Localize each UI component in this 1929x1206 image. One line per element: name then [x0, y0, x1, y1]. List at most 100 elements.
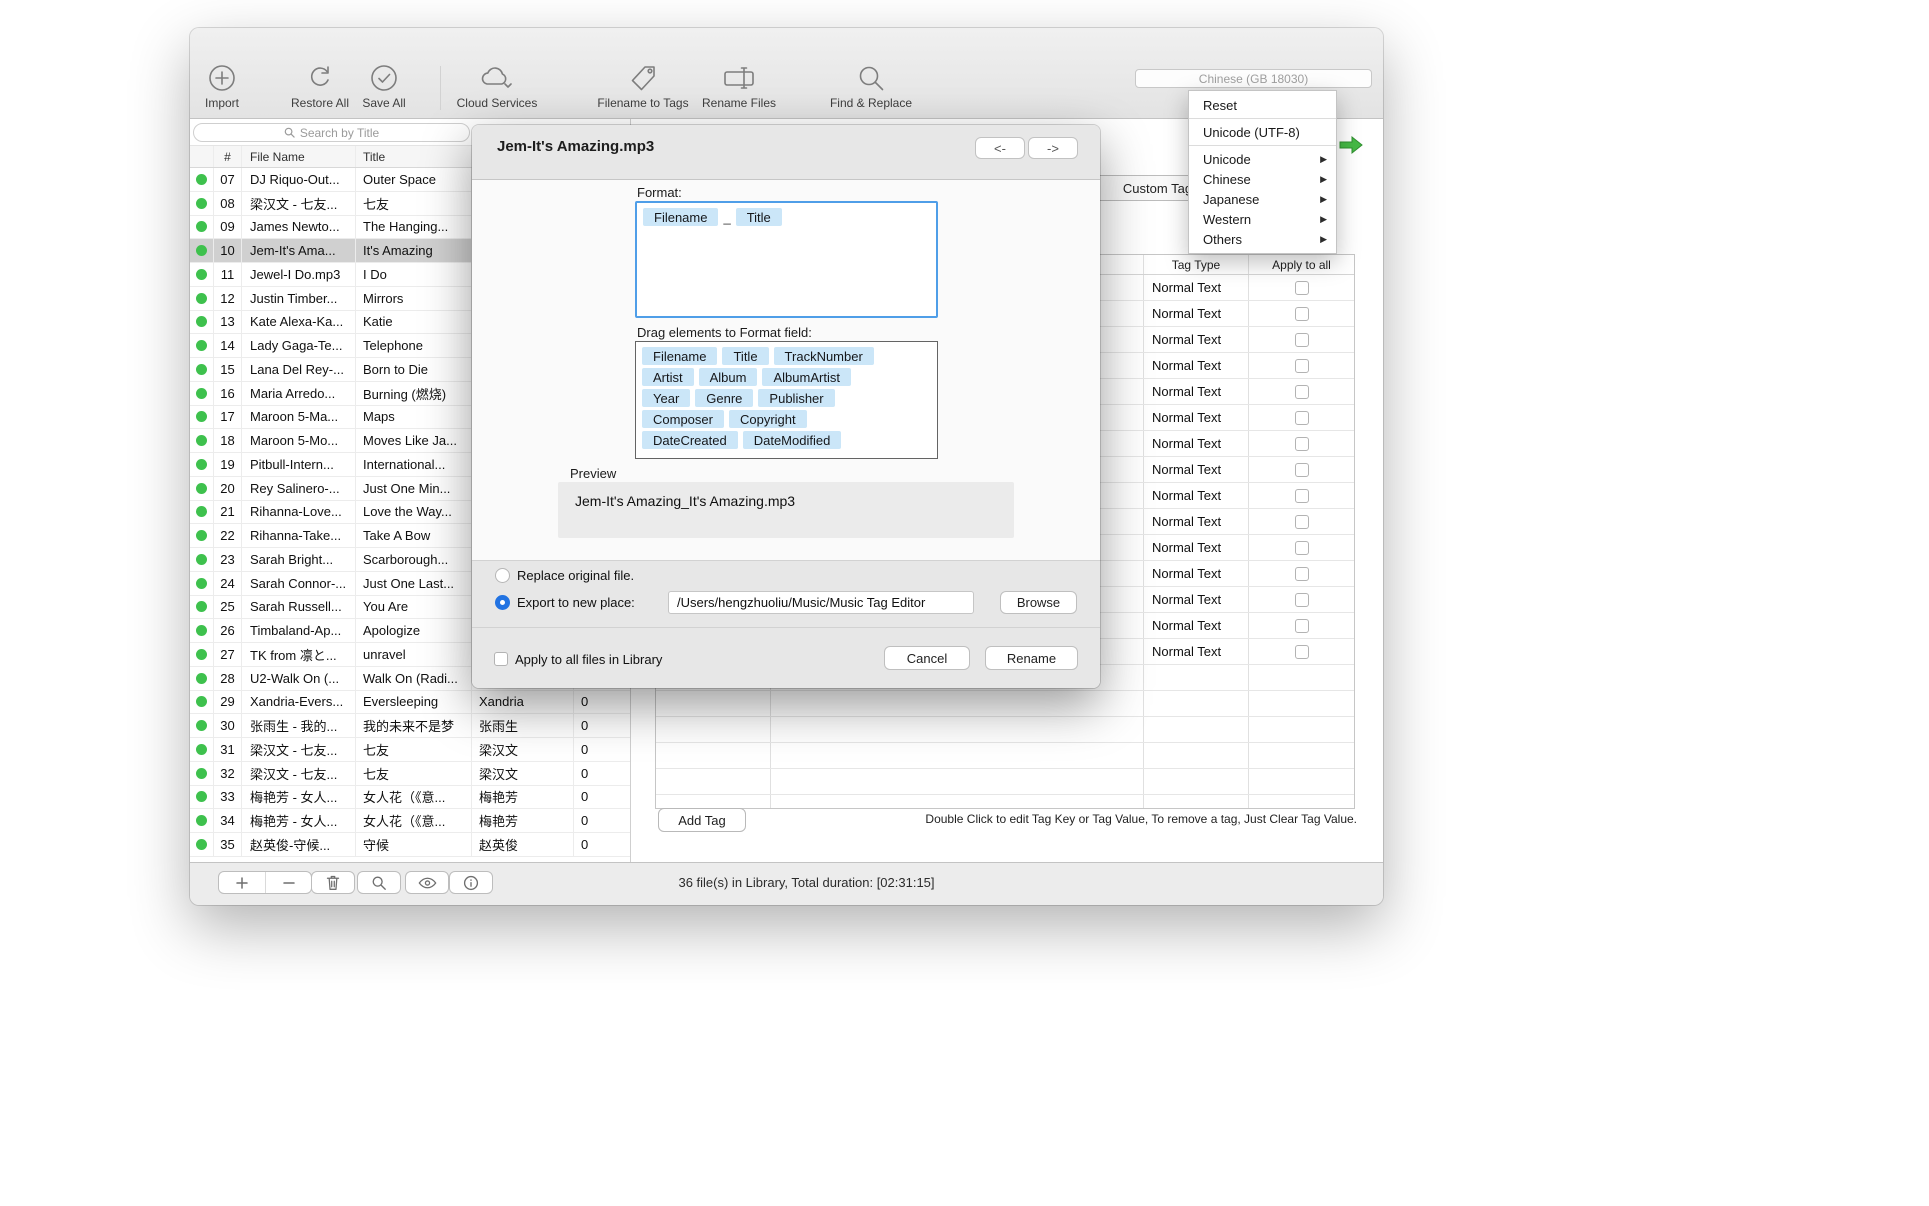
tag-key-cell[interactable]: [656, 769, 771, 794]
format-chip[interactable]: Title: [736, 208, 782, 226]
tag-type-cell[interactable]: Normal Text: [1144, 509, 1249, 534]
tag-type-cell[interactable]: Normal Text: [1144, 457, 1249, 482]
menu-item-unicode[interactable]: Unicode▶: [1189, 149, 1336, 169]
format-element-chip[interactable]: Copyright: [729, 410, 807, 428]
search-button[interactable]: [357, 871, 401, 894]
tag-type-cell[interactable]: Normal Text: [1144, 483, 1249, 508]
format-element-chip[interactable]: Publisher: [758, 389, 834, 407]
format-element-chip[interactable]: Filename: [642, 347, 717, 365]
format-element-chip[interactable]: Genre: [695, 389, 753, 407]
tag-type-cell[interactable]: Normal Text: [1144, 275, 1249, 300]
format-element-chip[interactable]: Artist: [642, 368, 694, 386]
tag-type-cell[interactable]: [1144, 717, 1249, 742]
tag-value-cell[interactable]: [771, 717, 1144, 742]
apply-to-all-checkbox[interactable]: [1295, 411, 1309, 425]
menu-item-reset[interactable]: Reset: [1189, 95, 1336, 115]
cloud-services-button[interactable]: Cloud Services: [452, 62, 542, 114]
apply-to-all-checkbox[interactable]: [1295, 385, 1309, 399]
apply-to-all-checkbox[interactable]: [1295, 489, 1309, 503]
tag-type-cell[interactable]: Normal Text: [1144, 613, 1249, 638]
tag-value-cell[interactable]: [771, 795, 1144, 809]
format-element-chip[interactable]: TrackNumber: [774, 347, 874, 365]
apply-to-all-checkbox[interactable]: [1295, 541, 1309, 555]
export-option[interactable]: Export to new place:: [495, 594, 635, 610]
apply-to-all-checkbox[interactable]: [1295, 463, 1309, 477]
import-button[interactable]: Import: [194, 62, 250, 114]
radio-unselected-icon[interactable]: [495, 568, 510, 583]
apply-to-all-checkbox[interactable]: [1295, 567, 1309, 581]
tag-key-cell[interactable]: [656, 691, 771, 716]
apply-to-all-checkbox[interactable]: [1295, 307, 1309, 321]
preview-button[interactable]: [405, 871, 449, 894]
radio-selected-icon[interactable]: [495, 595, 510, 610]
menu-item-chinese[interactable]: Chinese▶: [1189, 169, 1336, 189]
menu-item-western[interactable]: Western▶: [1189, 209, 1336, 229]
search-input[interactable]: Search by Title: [193, 123, 470, 142]
previous-file-button[interactable]: <-: [975, 137, 1025, 159]
add-tag-button[interactable]: Add Tag: [658, 808, 746, 832]
apply-to-all-checkbox[interactable]: [1295, 619, 1309, 633]
tag-type-cell[interactable]: Normal Text: [1144, 587, 1249, 612]
format-element-chip[interactable]: DateModified: [743, 431, 842, 449]
tag-row[interactable]: [656, 717, 1354, 743]
add-file-button[interactable]: [219, 872, 265, 893]
tag-row[interactable]: [656, 743, 1354, 769]
column-header-number[interactable]: #: [214, 146, 242, 167]
apply-to-all-checkbox[interactable]: [1295, 359, 1309, 373]
tag-type-cell[interactable]: Normal Text: [1144, 405, 1249, 430]
tag-value-cell[interactable]: [771, 769, 1144, 794]
cancel-button[interactable]: Cancel: [884, 646, 970, 670]
format-element-chip[interactable]: DateCreated: [642, 431, 738, 449]
browse-button[interactable]: Browse: [1000, 591, 1077, 614]
tag-row[interactable]: [656, 691, 1354, 717]
file-row[interactable]: 34梅艳芳 - 女人...女人花（《意...梅艳芳0: [190, 809, 630, 833]
tag-value-cell[interactable]: [771, 691, 1144, 716]
export-path-input[interactable]: [668, 591, 974, 614]
tag-type-cell[interactable]: Normal Text: [1144, 535, 1249, 560]
save-all-button[interactable]: Save All: [354, 62, 414, 114]
tag-type-cell[interactable]: [1144, 769, 1249, 794]
tag-row[interactable]: [656, 769, 1354, 795]
rename-button[interactable]: Rename: [985, 646, 1078, 670]
replace-original-option[interactable]: Replace original file.: [495, 567, 634, 583]
encoding-field[interactable]: Chinese (GB 18030): [1135, 69, 1372, 88]
tag-type-cell[interactable]: Normal Text: [1144, 431, 1249, 456]
format-element-chip[interactable]: Title: [722, 347, 768, 365]
tag-row[interactable]: [656, 795, 1354, 809]
format-element-chip[interactable]: Album: [699, 368, 758, 386]
tag-type-cell[interactable]: Normal Text: [1144, 379, 1249, 404]
format-field[interactable]: Filename_Title: [635, 201, 938, 318]
file-row[interactable]: 32梁汉文 - 七友...七友梁汉文0: [190, 762, 630, 786]
remove-file-button[interactable]: [265, 872, 311, 893]
tag-type-cell[interactable]: Normal Text: [1144, 561, 1249, 586]
find-replace-button[interactable]: Find & Replace: [824, 62, 918, 114]
tag-type-cell[interactable]: Normal Text: [1144, 353, 1249, 378]
tag-key-cell[interactable]: [656, 795, 771, 809]
format-element-chip[interactable]: Composer: [642, 410, 724, 428]
filename-to-tags-button[interactable]: Filename to Tags: [590, 62, 696, 114]
apply-to-all-checkbox[interactable]: [1295, 437, 1309, 451]
delete-button[interactable]: [311, 871, 355, 894]
format-element-chip[interactable]: Year: [642, 389, 690, 407]
apply-to-all-checkbox[interactable]: [1295, 645, 1309, 659]
rename-files-button[interactable]: Rename Files: [696, 62, 782, 114]
column-header-title[interactable]: Title: [356, 146, 472, 167]
tag-type-cell[interactable]: [1144, 743, 1249, 768]
menu-item-others[interactable]: Others▶: [1189, 229, 1336, 249]
menu-item-unicode-utf8[interactable]: Unicode (UTF-8): [1189, 122, 1336, 142]
tag-type-cell[interactable]: [1144, 665, 1249, 690]
info-button[interactable]: [449, 871, 493, 894]
convert-arrow-button[interactable]: [1338, 133, 1364, 157]
apply-to-all-checkbox[interactable]: [1295, 281, 1309, 295]
menu-item-japanese[interactable]: Japanese▶: [1189, 189, 1336, 209]
file-row[interactable]: 35赵英俊-守候...守候赵英俊0: [190, 833, 630, 857]
apply-to-all-checkbox[interactable]: [1295, 515, 1309, 529]
tag-type-cell[interactable]: [1144, 691, 1249, 716]
next-file-button[interactable]: ->: [1028, 137, 1078, 159]
tag-type-cell[interactable]: Normal Text: [1144, 639, 1249, 664]
tag-type-cell[interactable]: Normal Text: [1144, 327, 1249, 352]
apply-to-all-checkbox[interactable]: [1295, 593, 1309, 607]
tag-key-cell[interactable]: [656, 717, 771, 742]
restore-all-button[interactable]: Restore All: [285, 62, 355, 114]
format-chip[interactable]: Filename: [643, 208, 718, 226]
